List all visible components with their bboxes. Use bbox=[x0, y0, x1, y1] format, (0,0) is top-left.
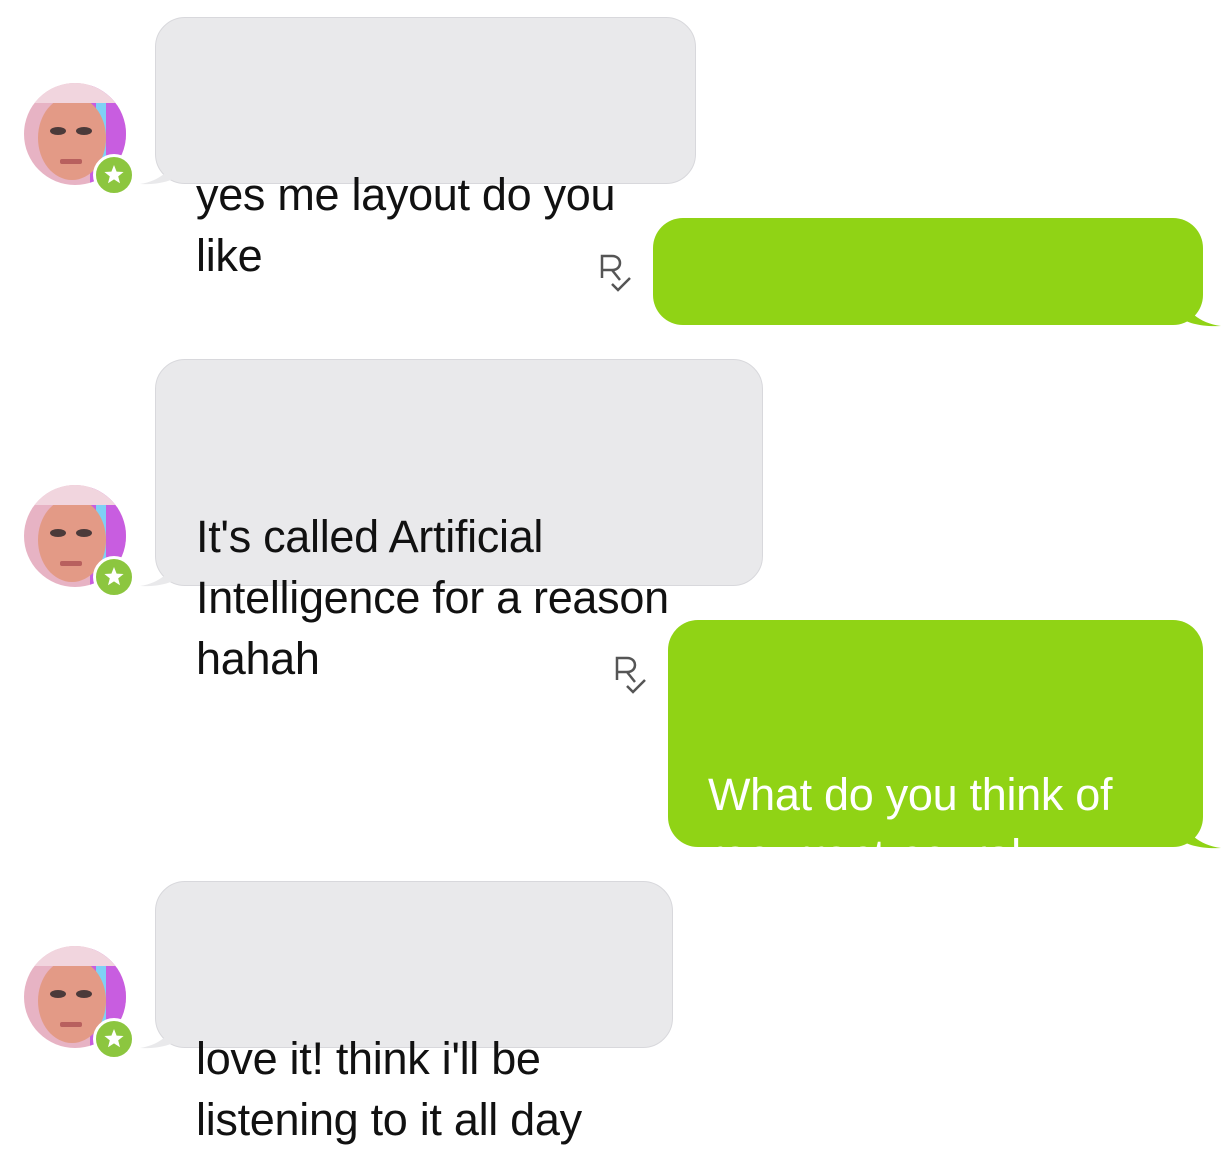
message-text: love it! think i'll be listening to it a… bbox=[196, 1033, 582, 1145]
message-incoming: love it! think i'll be listening to it a… bbox=[0, 0, 1224, 1145]
star-badge-icon bbox=[93, 1018, 135, 1060]
message-bubble: love it! think i'll be listening to it a… bbox=[140, 881, 673, 1145]
